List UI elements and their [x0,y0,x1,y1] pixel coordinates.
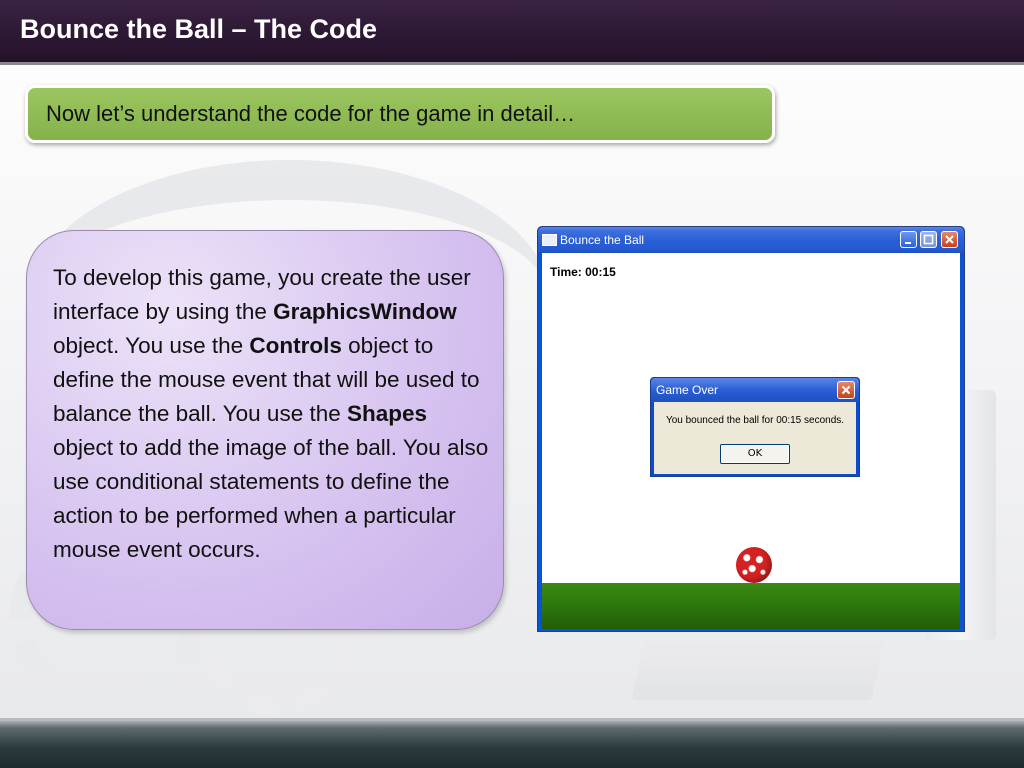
dialog-body: You bounced the ball for 00:15 seconds. … [654,402,856,474]
window-title: Bounce the Ball [560,233,645,247]
time-label: Time: 00:15 [550,265,616,279]
dialog-titlebar: Game Over [651,378,859,402]
slide-header: Bounce the Ball – The Code [0,0,1024,65]
dialog-title: Game Over [656,383,719,397]
game-window-screenshot: Bounce the Ball Time: 00:15 Game Over Yo… [537,226,965,632]
game-canvas: Time: 00:15 Game Over You bounced the ba… [542,253,960,629]
maximize-icon[interactable] [920,231,937,248]
body-text-2: object. You use the [53,333,250,358]
ground-paddle [542,583,960,629]
slide-title: Bounce the Ball – The Code [20,14,378,44]
banner-text: Now let’s understand the code for the ga… [46,101,576,126]
ok-button[interactable]: OK [720,444,790,464]
explanation-text: To develop this game, you create the use… [53,261,493,567]
keyword-graphicswindow: GraphicsWindow [273,299,457,324]
explanation-panel: To develop this game, you create the use… [26,230,504,630]
intro-banner: Now let’s understand the code for the ga… [25,85,775,143]
close-icon[interactable] [941,231,958,248]
window-titlebar: Bounce the Ball [538,227,964,253]
slide-footer [0,718,1024,768]
dialog-close-icon[interactable] [837,381,855,399]
dialog-message: You bounced the ball for 00:15 seconds. [665,415,845,426]
keyword-controls: Controls [249,333,342,358]
minimize-icon[interactable] [900,231,917,248]
laptop-decoration [631,620,889,700]
game-over-dialog: Game Over You bounced the ball for 00:15… [650,377,860,477]
body-text-4: object to add the image of the ball. You… [53,435,489,562]
window-app-icon [542,234,557,246]
footer-divider [0,718,1024,721]
keyword-shapes: Shapes [347,401,428,426]
ball-icon [736,547,772,583]
